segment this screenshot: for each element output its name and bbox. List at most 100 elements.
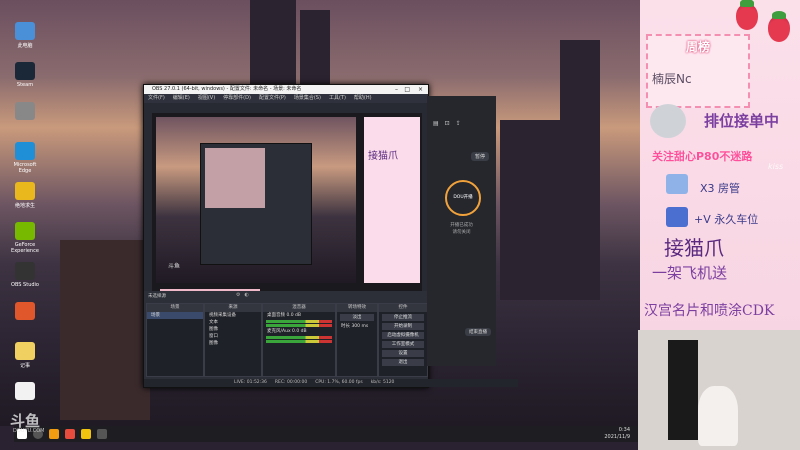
control-button[interactable]: 启动虚拟摄像机 — [382, 332, 424, 339]
mixer-dock: 混音器 桌面音频 0.0 dB 麦克风/Aux 0.0 dB — [262, 303, 336, 377]
taskbar-clock[interactable]: 0:34 2021/11/9 — [604, 427, 630, 441]
control-button[interactable]: 开始录制 — [382, 323, 424, 330]
promo-line: 接猫爪 — [664, 236, 724, 260]
douyu-url: DOUYU.COM — [13, 428, 45, 434]
scenes-dock: 场景 场景 — [146, 303, 204, 377]
desktop-icon[interactable] — [8, 102, 42, 122]
rank-name: 楠辰Nc — [652, 72, 692, 86]
desktop-icon[interactable]: Microsoft Edge — [8, 142, 42, 174]
tool-icon[interactable]: ▤ — [433, 120, 439, 127]
transitions-title: 转场特效 — [337, 304, 377, 312]
nested-overlay-text: 接猫爪 — [368, 151, 398, 162]
taskbar-app-icon[interactable] — [81, 429, 91, 439]
desktop-icon[interactable]: 绝地求生 — [8, 182, 42, 209]
desktop-icon[interactable] — [8, 382, 42, 402]
promo-line: +V 永久车位 — [694, 213, 759, 226]
desktop-icon[interactable]: 此电脑 — [8, 22, 42, 49]
cpu-readout: CPU: 1.7%, 60.00 fps — [315, 380, 363, 385]
controls-title: 控件 — [379, 304, 427, 312]
obs-title-text: OBS 27.0.1 (64-bit, windows) - 配置文件: 未命名… — [152, 86, 302, 92]
promo-line: X3 房管 — [700, 182, 741, 195]
bitrate-readout: kb/s: 5120 — [370, 380, 395, 385]
source-list: 视频采集设备 文本 图像 窗口 图像 — [205, 312, 261, 347]
audio-meter — [266, 336, 332, 339]
status-line: 开播已成功 — [450, 223, 473, 228]
taskbar: 0:34 2021/11/9 — [14, 426, 638, 442]
obs-menu-item[interactable]: 场景集合(S) — [294, 94, 321, 103]
source-item[interactable]: 图像 — [205, 340, 261, 347]
control-button[interactable]: 退出 — [382, 359, 424, 366]
desktop-icon[interactable]: Steam — [8, 62, 42, 88]
share-icon[interactable]: ⇪ — [456, 120, 461, 127]
obs-taskbar-icon[interactable] — [97, 429, 107, 439]
transitions-dock: 转场特效 淡出 时长 300 ms — [336, 303, 378, 377]
nested-douyu-watermark: 斗鱼 — [168, 263, 181, 270]
status-line: 请勿关闭 — [452, 230, 471, 235]
source-item[interactable]: 视频采集设备 — [205, 312, 261, 319]
desktop-icon[interactable]: OBS Studio — [8, 262, 42, 288]
file-icon — [15, 382, 35, 400]
audio-meter — [266, 340, 332, 343]
taskbar-app-icon[interactable] — [65, 429, 75, 439]
source-item[interactable]: 图像 — [205, 326, 261, 333]
obs-titlebar[interactable]: OBS 27.0.1 (64-bit, windows) - 配置文件: 未命名… — [144, 85, 428, 94]
obs-menu-item[interactable]: 配置文件(P) — [259, 94, 286, 103]
promo-line: 汉宫名片和喷涂CDK — [644, 303, 775, 319]
control-button[interactable]: 工作室模式 — [382, 341, 424, 348]
edge-icon — [15, 142, 35, 160]
obs-window[interactable]: OBS 27.0.1 (64-bit, windows) - 配置文件: 未命名… — [143, 84, 518, 388]
control-buttons: 停止推流开始录制启动虚拟摄像机 工作室模式设置退出 — [379, 314, 427, 366]
desktop-icon[interactable] — [8, 302, 42, 322]
audio-meter — [266, 324, 332, 327]
audio-meter — [266, 320, 332, 323]
source-item[interactable]: 窗口 — [205, 333, 261, 340]
computer-icon — [15, 22, 35, 40]
go-live-circle[interactable]: DOU开播 — [445, 180, 481, 216]
kiss-text: kiss — [768, 162, 784, 171]
cam-person — [698, 386, 738, 446]
source-item[interactable]: 文本 — [205, 319, 261, 326]
app-icon — [15, 102, 35, 120]
weekly-rank-box: 周榜 楠辰Nc — [646, 34, 750, 108]
promo-line: 关注甜心P80不迷路 — [652, 150, 753, 163]
cat-mascot-icon — [650, 104, 686, 138]
obs-menu-item[interactable]: 编辑(E) — [173, 94, 190, 103]
obs-menu-item[interactable]: 帮助(H) — [354, 94, 372, 103]
nested-obs-preview — [200, 143, 312, 265]
cam-mirror — [668, 340, 698, 440]
gear-icon[interactable]: ⚙ — [236, 292, 240, 298]
rank-title: 周榜 — [685, 40, 710, 54]
minimize-icon[interactable]: – — [395, 85, 398, 94]
desktop-icon-label: 记事 — [19, 363, 30, 369]
mixer-channel-mic: 麦克风/Aux 0.0 dB — [267, 329, 307, 334]
desktop-icon[interactable]: GeForce Experience — [8, 222, 42, 254]
mixer-title: 混音器 — [263, 304, 335, 312]
obs-statusbar: LIVE: 01:52:36 REC: 00:00:00 CPU: 1.7%, … — [144, 379, 518, 387]
close-icon[interactable]: × — [418, 85, 423, 94]
transition-duration: 时长 300 ms — [341, 324, 369, 329]
strawberry-icon — [736, 0, 758, 30]
control-button[interactable]: 停止推流 — [382, 314, 424, 321]
end-live-button[interactable]: 结束直播 — [465, 328, 491, 336]
desktop-icon[interactable]: 记事 — [8, 342, 42, 369]
stream-tool-window[interactable]: ▤ ⊡ ⇪ 暂停 DOU开播 开播已成功 请勿关闭 结束直播 — [427, 96, 496, 366]
maximize-icon[interactable]: □ — [404, 85, 410, 94]
promo-line: 一架飞机送 — [652, 264, 728, 282]
control-button[interactable]: 设置 — [382, 350, 424, 357]
mixer-channel-desktop: 桌面音频 0.0 dB — [267, 313, 301, 318]
obs-menu-item[interactable]: 工具(T) — [329, 94, 346, 103]
filter-icon[interactable]: ◐ — [244, 292, 248, 298]
pause-button[interactable]: 暂停 — [471, 152, 490, 161]
taskbar-app-icon[interactable] — [49, 429, 59, 439]
obs-menu-item[interactable]: 视图(V) — [198, 94, 215, 103]
scene-item[interactable]: 场景 — [147, 312, 203, 319]
rocket-icon — [666, 207, 688, 227]
lock-icon[interactable]: ⊡ — [445, 120, 450, 127]
obs-dock-area: 未选择源 ⚙ ◐ 场景 场景 来源 视频采集设备 文本 图像 窗口 图像 混音器 桌面音… — [144, 291, 518, 387]
obs-menu-item[interactable]: 停靠部件(D) — [223, 94, 251, 103]
obs-menu-item[interactable]: 文件(F) — [148, 94, 165, 103]
scenes-title: 场景 — [147, 304, 203, 312]
transition-select[interactable]: 淡出 — [340, 314, 374, 321]
rec-timer: REC: 00:00:00 — [274, 380, 308, 385]
obs-icon — [15, 262, 35, 280]
